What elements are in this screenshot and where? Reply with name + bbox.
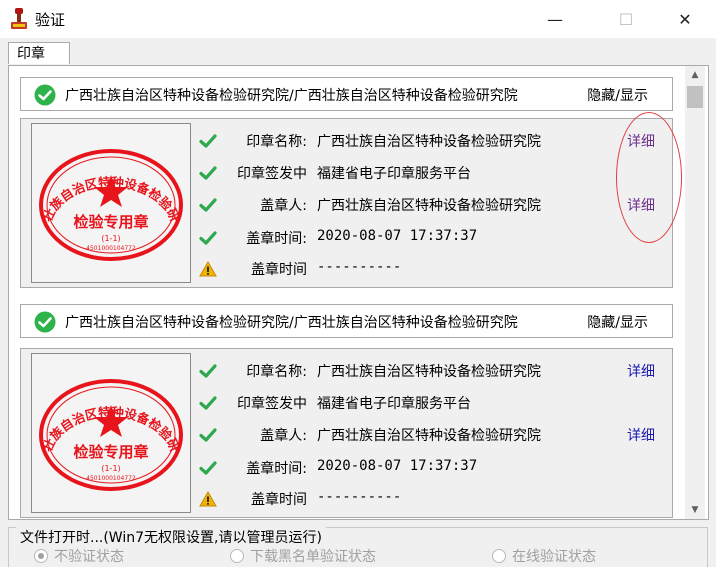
check-icon — [199, 394, 217, 412]
seal-center-text: 检验专用章 — [73, 213, 148, 231]
detail-value: ---------- — [317, 489, 402, 505]
seal-serial: (1-1) — [101, 234, 120, 243]
red-annotation-circle — [616, 112, 682, 243]
detail-label: 印章签发中 — [237, 396, 307, 412]
seal-image: 广西壮族自治区特种设备检验研究院检验专用章(1-1)4501000104772 — [31, 353, 191, 513]
toggle-visibility-link[interactable]: 隐藏/显示 — [587, 85, 648, 105]
scroll-up-icon[interactable]: ▲ — [685, 66, 705, 84]
detail-value: 广西壮族自治区特种设备检验研究院 — [317, 364, 541, 380]
close-button[interactable]: ✕ — [662, 0, 708, 38]
details-link[interactable]: 详细 — [627, 361, 655, 381]
detail-row: 印章签发中 福建省电子印章服务平台 — [197, 391, 667, 415]
detail-label: 盖章人: — [260, 198, 307, 214]
tab-strip: 印章 — [8, 42, 708, 66]
signature-signer: 广西壮族自治区特种设备检验研究院/广西壮族自治区特种设备检验研究院 — [65, 88, 518, 104]
detail-row: 盖章人: 广西壮族自治区特种设备检验研究院 详细 — [197, 423, 667, 447]
radio-no-verify[interactable]: 不验证状态 — [34, 546, 124, 566]
detail-value: 2020-08-07 17:37:37 — [317, 458, 478, 474]
vertical-scrollbar[interactable]: ▲ ▼ — [685, 66, 705, 519]
check-icon — [199, 196, 217, 214]
check-icon — [199, 229, 217, 247]
seal-stamp: 广西壮族自治区特种设备检验研究院检验专用章(1-1)4501000104772 — [33, 355, 183, 491]
detail-label: 印章名称: — [246, 364, 307, 380]
seal-serial: (1-1) — [101, 464, 120, 473]
warning-icon — [199, 260, 217, 278]
radio-blacklist-verify[interactable]: 下载黑名单验证状态 — [230, 546, 376, 566]
scroll-down-icon[interactable]: ▼ — [685, 501, 705, 519]
detail-label: 盖章时间: — [246, 231, 307, 247]
radio-dot-icon — [34, 549, 48, 563]
tab-seal[interactable]: 印章 — [8, 42, 70, 64]
detail-value: 福建省电子印章服务平台 — [317, 166, 471, 182]
check-icon — [199, 164, 217, 182]
detail-row: 盖章时间: 2020-08-07 17:37:37 — [197, 456, 667, 480]
check-icon — [199, 426, 217, 444]
detail-value: 福建省电子印章服务平台 — [317, 396, 471, 412]
detail-row: 盖章人: 广西壮族自治区特种设备检验研究院 详细 — [197, 193, 667, 217]
detail-value: ---------- — [317, 259, 402, 275]
detail-value: 广西壮族自治区特种设备检验研究院 — [317, 134, 541, 150]
seal-app-icon — [11, 8, 27, 29]
seal-details-card: 广西壮族自治区特种设备检验研究院检验专用章 (1-1) 4501000104772 印… — [20, 348, 673, 518]
seal-center-text: 检验专用章 — [73, 443, 148, 461]
minimize-button[interactable]: — — [532, 0, 578, 38]
radio-dot-icon — [230, 549, 244, 563]
scroll-thumb[interactable] — [687, 86, 703, 108]
details-link[interactable]: 详细 — [627, 425, 655, 445]
warning-icon — [199, 490, 217, 508]
signature-header: 广西壮族自治区特种设备检验研究院/广西壮族自治区特种设备检验研究院 隐藏/显示 — [20, 304, 673, 338]
signature-signer: 广西壮族自治区特种设备检验研究院/广西壮族自治区特种设备检验研究院 — [65, 315, 518, 331]
detail-row: 印章名称: 广西壮族自治区特种设备检验研究院 详细 — [197, 359, 667, 383]
toggle-visibility-link[interactable]: 隐藏/显示 — [587, 312, 648, 332]
close-icon: ✕ — [678, 9, 692, 29]
detail-label: 盖章时间: — [246, 461, 307, 477]
detail-label: 印章签发中 — [237, 166, 307, 182]
seal-stamp: 广西壮族自治区特种设备检验研究院检验专用章(1-1)4501000104772 — [33, 125, 183, 261]
minimize-icon: — — [547, 9, 563, 29]
seal-digits: 4501000104772 — [86, 245, 136, 252]
seal-image: 广西壮族自治区特种设备检验研究院检验专用章(1-1)4501000104772 — [31, 123, 191, 283]
detail-value: 2020-08-07 17:37:37 — [317, 228, 478, 244]
seal-digits: 4501000104772 — [86, 475, 136, 482]
detail-label: 盖章时间 — [251, 492, 307, 508]
verified-check-icon — [34, 311, 56, 333]
seal-details-card: 广西壮族自治区特种设备检验研究院检验专用章 (1-1) 4501000104772 印… — [20, 118, 673, 288]
title-bar: 验证 — ☐ ✕ — [0, 0, 716, 38]
radio-dot-icon — [492, 549, 506, 563]
file-open-label: 文件打开时...(Win7无权限设置,请以管理员运行) — [16, 527, 326, 547]
check-icon — [199, 362, 217, 380]
detail-value: 广西壮族自治区特种设备检验研究院 — [317, 428, 541, 444]
detail-label: 盖章时间 — [251, 262, 307, 278]
window-title: 验证 — [35, 11, 66, 29]
detail-row: 印章签发中 福建省电子印章服务平台 — [197, 161, 667, 185]
detail-row: 盖章时间 ---------- — [197, 257, 667, 281]
detail-row: 盖章时间: 2020-08-07 17:37:37 — [197, 226, 667, 250]
check-icon — [199, 132, 217, 150]
check-icon — [199, 459, 217, 477]
maximize-icon: ☐ — [618, 9, 634, 29]
maximize-button: ☐ — [603, 0, 649, 38]
detail-row: 盖章时间 ---------- — [197, 487, 667, 511]
detail-label: 印章名称: — [246, 134, 307, 150]
verified-check-icon — [34, 84, 56, 106]
detail-value: 广西壮族自治区特种设备检验研究院 — [317, 198, 541, 214]
radio-online-verify[interactable]: 在线验证状态 — [492, 546, 596, 566]
detail-label: 盖章人: — [260, 428, 307, 444]
signature-header: 广西壮族自治区特种设备检验研究院/广西壮族自治区特种设备检验研究院 隐藏/显示 — [20, 77, 673, 111]
detail-row: 印章名称: 广西壮族自治区特种设备检验研究院 详细 — [197, 129, 667, 153]
